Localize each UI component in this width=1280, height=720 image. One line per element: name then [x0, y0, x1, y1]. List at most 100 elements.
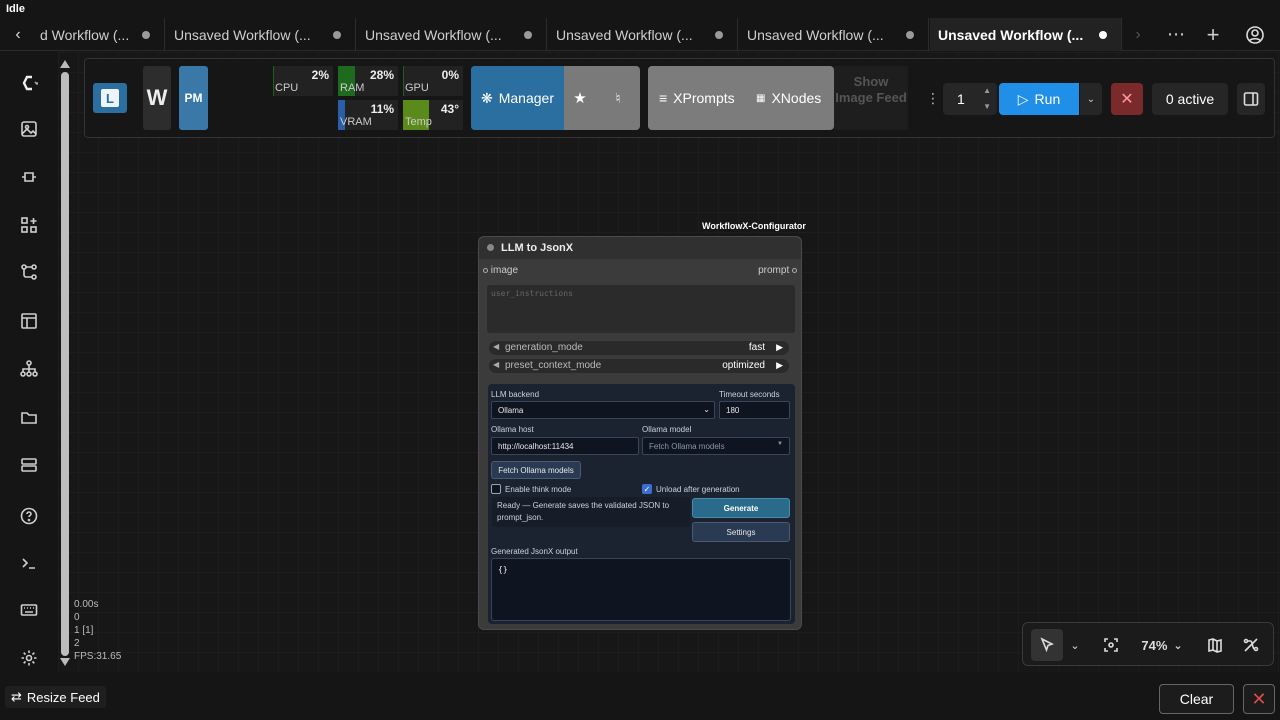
select-tool-icon[interactable] — [1031, 629, 1063, 661]
sidebar-scrollbar[interactable] — [60, 60, 70, 668]
stat-line: 2 — [74, 638, 80, 649]
tab-label: Unsaved Workflow (... — [174, 26, 311, 43]
gpu-label: GPU — [405, 82, 429, 94]
tab-workflow-4[interactable]: Unsaved Workflow (... — [548, 18, 738, 51]
minimap-icon[interactable] — [1201, 629, 1229, 661]
ollama-host-input[interactable]: http://localhost:11434 — [491, 437, 639, 455]
keyboard-icon[interactable] — [14, 595, 44, 625]
run-button[interactable]: ▷ Run — [999, 83, 1079, 115]
unload-label: Unload after generation — [656, 485, 740, 494]
close-feed-button[interactable]: ✕ — [1243, 684, 1275, 714]
manager-button[interactable]: ❋ Manager — [471, 66, 564, 130]
model-library-icon[interactable] — [14, 162, 44, 192]
help-icon[interactable] — [14, 501, 44, 531]
workflows-icon[interactable] — [14, 257, 44, 287]
tab-workflow-2[interactable]: Unsaved Workflow (... — [166, 18, 356, 51]
images-icon[interactable] — [14, 114, 44, 144]
xprompts-label: XPrompts — [673, 90, 735, 106]
llm-backend-select[interactable]: Ollama ⌄ — [491, 401, 715, 419]
bell-icon[interactable]: ♮ — [596, 66, 640, 130]
tab-label: Unsaved Workflow (... — [938, 26, 1084, 43]
right-arrow-icon[interactable]: ▶ — [776, 342, 783, 353]
timeout-input[interactable]: 180 — [719, 401, 790, 419]
show-image-feed-button[interactable]: Show Image Feed — [834, 66, 908, 130]
templates-icon[interactable] — [14, 306, 44, 336]
ellipsis-icon[interactable]: ⋯ — [1159, 18, 1193, 51]
batch-count-stepper[interactable]: 1 ▲ ▼ — [943, 83, 997, 115]
llm-backend-label: LLM backend — [491, 390, 540, 399]
stat-line: 0.00s — [74, 599, 99, 610]
zoom-dropdown[interactable]: 74% ⌄ — [1131, 629, 1193, 661]
right-arrow-icon[interactable]: ▶ — [776, 360, 783, 371]
tool-chevron-down-icon[interactable]: ⌄ — [1065, 629, 1085, 661]
left-arrow-icon[interactable]: ◀ — [493, 342, 499, 351]
active-queue-button[interactable]: 0 active — [1152, 83, 1228, 115]
box-icon: ▦ — [756, 92, 766, 104]
think-mode-checkbox[interactable] — [491, 484, 501, 494]
ram-value: 28% — [369, 68, 394, 82]
generation-mode-widget[interactable]: ◀ generation_mode fast ▶ — [489, 341, 789, 355]
user-icon[interactable] — [1238, 18, 1272, 51]
increment-icon[interactable]: ▲ — [983, 86, 991, 95]
resize-feed-button[interactable]: ⇄ Resize Feed — [5, 686, 106, 708]
fit-view-icon[interactable] — [1097, 629, 1125, 661]
generate-button[interactable]: Generate — [692, 498, 790, 518]
output-slot-prompt[interactable]: prompt — [758, 265, 797, 276]
queue-icon[interactable] — [14, 450, 44, 480]
settings-button[interactable]: Settings — [692, 522, 790, 542]
w-button[interactable]: W — [143, 66, 171, 130]
ollama-model-select[interactable]: Fetch Ollama models ▼ — [642, 437, 790, 455]
panel-toggle-icon[interactable] — [1237, 83, 1265, 115]
plus-icon[interactable]: + — [1196, 18, 1230, 51]
llm-to-jsonx-node[interactable]: LLM to JsonX image prompt user_instructi… — [478, 236, 802, 630]
star-icon[interactable]: ★ — [564, 66, 596, 130]
chevron-left-icon[interactable]: ‹ — [2, 18, 34, 51]
input-slot-image[interactable]: image — [483, 265, 518, 276]
user-instructions-textarea[interactable]: user_instructions — [487, 285, 795, 333]
run-options-chevron-icon[interactable]: ⌄ — [1080, 83, 1102, 115]
temp-meter: 43° Temp — [403, 100, 463, 130]
unsaved-dot-icon — [524, 31, 532, 39]
tab-workflow-3[interactable]: Unsaved Workflow (... — [357, 18, 547, 51]
terminal-icon[interactable] — [14, 548, 44, 578]
tab-workflow-6-active[interactable]: Unsaved Workflow (... — [930, 18, 1122, 51]
settings-icon[interactable] — [14, 643, 44, 673]
output-dot-icon — [792, 267, 797, 273]
comfy-logo-icon[interactable] — [14, 68, 44, 98]
node-collapse-dot-icon[interactable] — [487, 244, 494, 251]
tab-label: Unsaved Workflow (... — [747, 26, 884, 43]
clear-button[interactable]: Clear — [1159, 684, 1234, 714]
status-message: Ready — Generate saves the validated JSO… — [492, 497, 690, 527]
folder-icon[interactable] — [14, 402, 44, 432]
vram-meter: 11% VRAM — [338, 100, 398, 130]
xprompts-button[interactable]: ≡ XPrompts — [659, 66, 735, 130]
tab-workflow-5[interactable]: Unsaved Workflow (... — [739, 18, 929, 51]
tab-workflow-1[interactable]: d Workflow (... — [32, 18, 165, 51]
ollama-host-label: Ollama host — [491, 425, 534, 434]
scroll-down-arrow-icon[interactable] — [60, 658, 70, 666]
layout-logo-button[interactable]: L — [93, 83, 127, 113]
node-library-icon[interactable] — [14, 210, 44, 240]
decrement-icon[interactable]: ▼ — [983, 102, 991, 111]
puzzle-icon: ❋ — [481, 89, 493, 106]
unsaved-dot-icon — [333, 31, 341, 39]
unload-after-generation-checkbox[interactable]: ✓ — [642, 484, 652, 494]
scroll-thumb[interactable] — [61, 72, 69, 656]
xnodes-button[interactable]: ▦ XNodes — [756, 66, 821, 130]
fetch-ollama-models-button[interactable]: Fetch Ollama models — [491, 461, 581, 479]
left-arrow-icon[interactable]: ◀ — [493, 360, 499, 369]
node-header[interactable]: LLM to JsonX — [479, 237, 801, 259]
title-bar: Idle — [0, 0, 1280, 18]
network-icon[interactable] — [14, 354, 44, 384]
stat-line: FPS:31.65 — [74, 651, 122, 662]
chevron-right-icon[interactable]: › — [1122, 18, 1154, 51]
scroll-up-arrow-icon[interactable] — [60, 60, 70, 68]
pm-button[interactable]: PM — [179, 66, 208, 130]
stat-line: 1 [1] — [74, 625, 94, 636]
preset-context-mode-widget[interactable]: ◀ preset_context_mode optimized ▶ — [489, 359, 789, 373]
cancel-queue-button[interactable]: ✕ — [1111, 83, 1143, 115]
ram-meter: 28% RAM — [338, 66, 398, 96]
jsonx-output-textarea[interactable]: {} — [491, 558, 791, 621]
footer-bar — [0, 672, 1280, 720]
hide-links-icon[interactable] — [1237, 629, 1265, 661]
